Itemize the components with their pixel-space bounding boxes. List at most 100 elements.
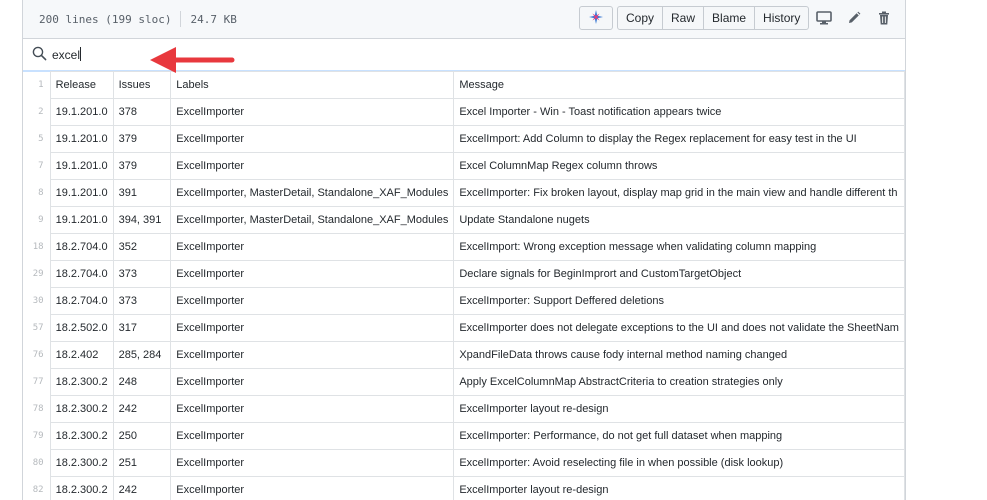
table-row: 30 18.2.704.0 373 ExcelImporter ExcelImporte… (23, 287, 905, 315)
cell-issues: 242 (112, 395, 172, 423)
pencil-icon[interactable] (839, 6, 869, 30)
text-caret (80, 47, 82, 61)
search-value: excel (52, 48, 81, 62)
line-number[interactable]: 2 (23, 99, 50, 126)
cell-labels: ExcelImporter (170, 260, 455, 288)
desktop-icon[interactable] (809, 6, 839, 30)
cell-labels: ExcelImporter (170, 98, 455, 126)
cell-issues: 251 (112, 449, 172, 477)
csv-table: 1 Release Issues Labels Message 2 19.1.20… (23, 71, 905, 500)
search-input[interactable]: excel (52, 47, 82, 62)
cell-release: 19.1.201.0 (49, 179, 114, 207)
file-button-group: Copy Raw Blame History (617, 6, 810, 30)
annotation-arrow (150, 47, 235, 73)
cell-message: ExcelImporter: Support Deffered deletion… (453, 287, 905, 315)
cell-message: ExcelImporter: Performance, do not get f… (453, 422, 905, 450)
cell-issues: 378 (112, 98, 172, 126)
line-number[interactable]: 30 (23, 288, 50, 315)
cell-labels: ExcelImporter (170, 476, 455, 500)
line-number[interactable]: 82 (23, 477, 50, 500)
cell-release: 18.2.300.2 (49, 422, 114, 450)
table-row: 79 18.2.300.2 250 ExcelImporter ExcelImporte… (23, 422, 905, 450)
cell-message: XpandFileData throws cause fody internal… (453, 341, 905, 369)
column-header-release: Release (49, 71, 114, 99)
table-row: 18 18.2.704.0 352 ExcelImporter ExcelImport:… (23, 233, 905, 261)
cell-release: 18.2.300.2 (49, 395, 114, 423)
cell-message: Apply ExcelColumnMap AbstractCriteria to… (453, 368, 905, 396)
line-number[interactable]: 8 (23, 180, 50, 207)
cell-release: 18.2.502.0 (49, 314, 114, 342)
raw-button[interactable]: Raw (662, 6, 705, 30)
cell-labels: ExcelImporter, MasterDetail, Standalone_… (170, 179, 455, 207)
table-row: 80 18.2.300.2 251 ExcelImporter ExcelImporte… (23, 449, 905, 477)
cell-labels: ExcelImporter (170, 341, 455, 369)
line-number[interactable]: 9 (23, 207, 50, 234)
line-number[interactable]: 1 (23, 71, 51, 99)
trash-icon[interactable] (869, 6, 899, 30)
cell-release: 18.2.300.2 (49, 476, 114, 500)
copy-button[interactable]: Copy (617, 6, 664, 30)
line-number[interactable]: 29 (23, 261, 50, 288)
arrow-head (150, 47, 176, 73)
line-number[interactable]: 80 (23, 450, 50, 477)
line-number[interactable]: 78 (23, 396, 50, 423)
cell-release: 19.1.201.0 (49, 206, 114, 234)
table-row: 9 19.1.201.0 394, 391 ExcelImporter, Master… (23, 206, 905, 234)
cell-issues: 317 (112, 314, 172, 342)
file-actions: Copy Raw Blame History (579, 6, 899, 30)
line-number[interactable]: 77 (23, 369, 50, 396)
cell-issues: 242 (112, 476, 172, 500)
cell-labels: ExcelImporter (170, 125, 455, 153)
line-number[interactable]: 57 (23, 315, 50, 342)
cell-labels: ExcelImporter, MasterDetail, Standalone_… (170, 206, 455, 234)
cell-labels: ExcelImporter (170, 422, 455, 450)
file-info: 200 lines (199 sloc) 24.7 KB (39, 11, 237, 27)
cell-issues: 250 (112, 422, 172, 450)
cell-message: ExcelImporter layout re-design (453, 395, 905, 423)
column-header-message: Message (453, 71, 905, 99)
cell-message: Declare signals for BeginImprort and Cus… (453, 260, 905, 288)
cell-release: 18.2.704.0 (49, 287, 114, 315)
cell-labels: ExcelImporter (170, 233, 455, 261)
cell-message: ExcelImport: Add Column to display the R… (453, 125, 905, 153)
cell-message: ExcelImporter: Avoid reselecting file in… (453, 449, 905, 477)
line-number[interactable]: 79 (23, 423, 50, 450)
cell-issues: 394, 391 (112, 206, 172, 234)
file-size: 24.7 KB (190, 12, 237, 26)
cell-release: 19.1.201.0 (49, 152, 114, 180)
cell-issues: 391 (112, 179, 172, 207)
cell-message: Excel ColumnMap Regex column throws (453, 152, 905, 180)
line-number[interactable]: 18 (23, 234, 50, 261)
cell-labels: ExcelImporter (170, 152, 455, 180)
cell-message: Update Standalone nugets (453, 206, 905, 234)
cell-issues: 379 (112, 125, 172, 153)
table-row: 7 19.1.201.0 379 ExcelImporter Excel ColumnM… (23, 152, 905, 180)
cell-issues: 373 (112, 260, 172, 288)
cell-message: Excel Importer - Win - Toast notificatio… (453, 98, 905, 126)
cell-issues: 379 (112, 152, 172, 180)
cell-message: ExcelImporter layout re-design (453, 476, 905, 500)
table-row: 77 18.2.300.2 248 ExcelImporter Apply ExcelC… (23, 368, 905, 396)
sparkle-icon (588, 9, 604, 28)
cell-release: 18.2.402 (49, 341, 114, 369)
cell-release: 18.2.704.0 (49, 260, 114, 288)
cell-labels: ExcelImporter (170, 314, 455, 342)
cell-labels: ExcelImporter (170, 449, 455, 477)
cell-release: 19.1.201.0 (49, 125, 114, 153)
table-row: 82 18.2.300.2 242 ExcelImporter ExcelImporte… (23, 476, 905, 500)
cell-message: ExcelImport: Wrong exception message whe… (453, 233, 905, 261)
table-row: 8 19.1.201.0 391 ExcelImporter, MasterDetai… (23, 179, 905, 207)
line-number[interactable]: 7 (23, 153, 50, 180)
search-icon (32, 46, 47, 66)
cell-issues: 352 (112, 233, 172, 261)
line-number[interactable]: 76 (23, 342, 50, 369)
cell-issues: 248 (112, 368, 172, 396)
line-number[interactable]: 5 (23, 126, 50, 153)
sparkle-button[interactable] (579, 6, 613, 30)
cell-message: ExcelImporter: Fix broken layout, displa… (453, 179, 905, 207)
table-row: 78 18.2.300.2 242 ExcelImporter ExcelImporte… (23, 395, 905, 423)
history-button[interactable]: History (754, 6, 810, 30)
cell-release: 18.2.704.0 (49, 233, 114, 261)
divider (180, 11, 182, 27)
blame-button[interactable]: Blame (703, 6, 756, 30)
